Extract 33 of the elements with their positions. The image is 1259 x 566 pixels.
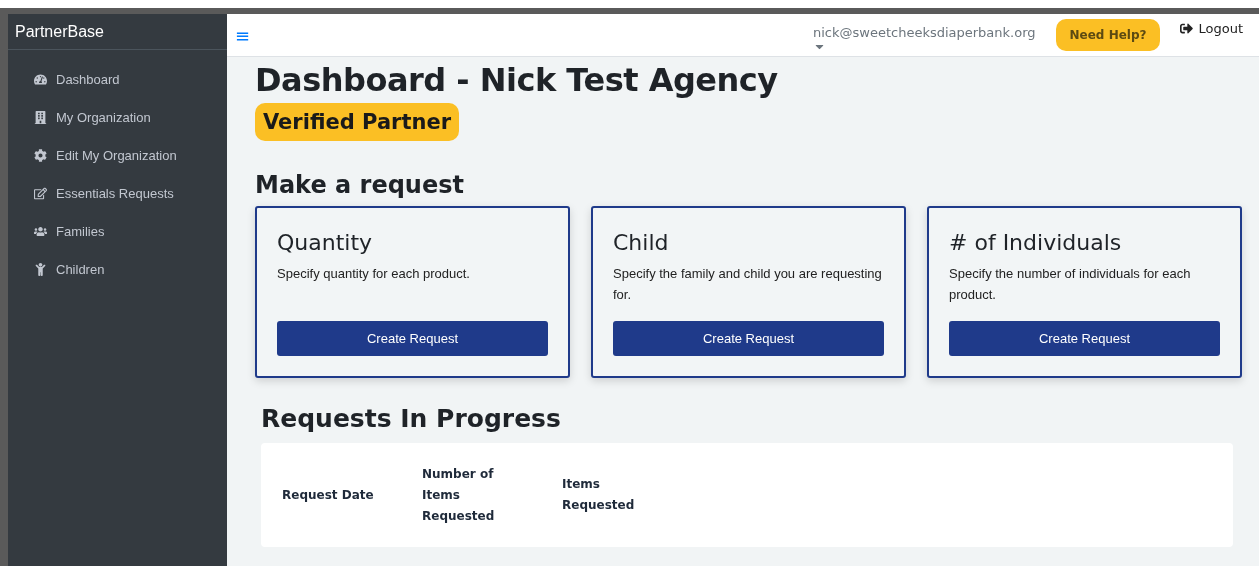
sidebar-item[interactable]: Children [8, 250, 227, 288]
dashboard-icon [33, 72, 47, 86]
users-icon [33, 224, 47, 238]
menu-icon[interactable]: ≡ [235, 24, 251, 46]
create-request-button[interactable]: Create Request [949, 321, 1220, 356]
logout-icon [1180, 21, 1194, 35]
column-header: Items Requested [562, 476, 636, 514]
column-header: Request Date [282, 486, 375, 504]
sidebar-item[interactable]: Edit My Organization [8, 136, 227, 174]
create-request-button[interactable]: Create Request [613, 321, 884, 356]
help-button[interactable]: Need Help? [1055, 19, 1161, 51]
column-header: Number of Items Requested [422, 465, 496, 525]
sidebar-item[interactable]: Dashboard [8, 60, 227, 98]
sidebar-item[interactable]: Essentials Requests [8, 174, 227, 212]
child-icon [33, 262, 47, 276]
create-request-button[interactable]: Create Request [277, 321, 548, 356]
card-text: Specify the number of individuals for each product. [949, 265, 1192, 304]
logout-link[interactable]: Logout [1180, 20, 1243, 50]
card-text: Specify the family and child you are requesting for. [613, 265, 883, 304]
edit-icon [33, 186, 47, 200]
card-title: # of Individuals [949, 230, 1123, 255]
building-icon [33, 110, 47, 124]
user-menu[interactable]: nick@sweetcheeksdiaperbank.org [812, 17, 1036, 53]
card-title: Child [613, 230, 670, 255]
section-title: Requests In Progress [261, 404, 562, 433]
settings-icon [33, 148, 47, 162]
card-text: Specify quantity for each product. [277, 265, 471, 283]
page-title: Dashboard - Nick Test Agency [255, 61, 779, 99]
sidebar-item[interactable]: My Organization [8, 98, 227, 136]
card-title: Quantity [277, 230, 374, 255]
verified-badge: Verified Partner [255, 103, 459, 141]
sidebar-item[interactable]: Families [8, 212, 227, 250]
section-title: Make a request [255, 171, 465, 199]
